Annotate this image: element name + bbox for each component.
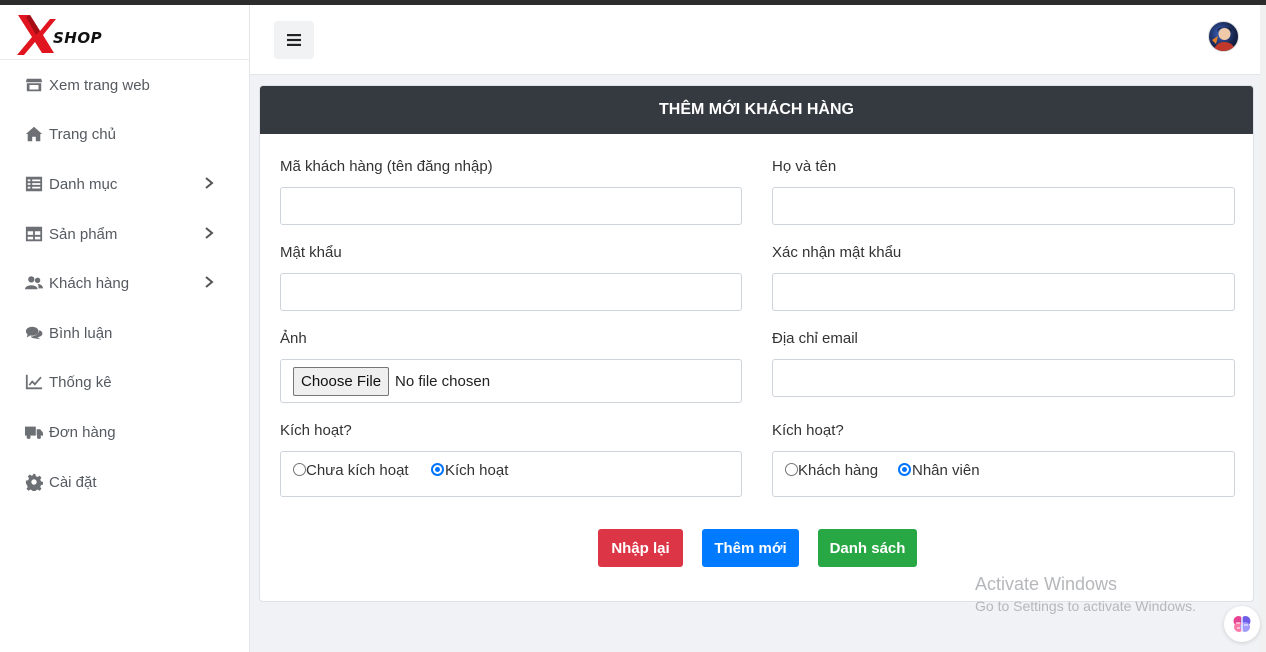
radio-customer-label: Khách hàng [798,462,879,479]
chart-line-icon [24,372,44,392]
gear-icon [24,472,44,492]
sidebar-item-label: Xem trang web [49,76,150,94]
hamburger-icon [287,34,301,46]
brand-logo[interactable]: SHOP [0,5,249,60]
sidebar-item-label: Sản phẩm [49,225,118,243]
add-button[interactable]: Thêm mới [702,529,799,567]
top-bar [250,5,1260,75]
customer-id-label: Mã khách hàng (tên đăng nhập) [280,158,493,175]
sidebar-item-categories[interactable]: Danh mục [0,164,249,204]
table-icon [24,224,44,244]
confirm-password-label: Xác nhận mật khẩu [772,244,902,261]
activation-label: Kích hoạt? [280,422,352,439]
sidebar-item-view-website[interactable]: Xem trang web [0,65,249,105]
add-customer-form: THÊM MỚI KHÁCH HÀNG Mã khách hàng (tên đ… [259,85,1254,602]
role-radio-group: Khách hàng Nhân viên [772,451,1235,497]
sidebar-item-label: Đơn hàng [49,423,116,441]
email-label: Địa chỉ email [772,330,858,347]
sidebar-item-label: Thống kê [49,373,112,391]
sidebar: SHOP Xem trang web Trang chủ Danh mục Sả… [0,5,250,652]
password-label: Mật khẩu [280,244,342,261]
list-icon [24,174,44,194]
list-button[interactable]: Danh sách [818,529,917,567]
choose-file-button[interactable]: Choose File [293,367,390,396]
chevron-right-icon [204,176,214,190]
reset-button[interactable]: Nhập lại [598,529,683,567]
radio-not-activated[interactable] [293,463,306,476]
home-icon [24,124,44,144]
role-label: Kích hoạt? [772,422,844,439]
x-logo-icon [17,15,56,55]
radio-not-activated-label: Chưa kích hoạt [306,462,409,479]
radio-activated-label: Kích hoạt [445,462,509,479]
chevron-right-icon [204,226,214,240]
photo-label: Ảnh [280,330,307,347]
sidebar-item-label: Trang chủ [49,125,116,143]
activation-radio-group: Chưa kích hoạt Kích hoạt [280,451,742,497]
form-title: THÊM MỚI KHÁCH HÀNG [260,86,1253,134]
sidebar-toggle-button[interactable] [274,21,314,59]
file-status-text: No file chosen [395,373,491,390]
users-icon [24,273,44,293]
sidebar-item-customers[interactable]: Khách hàng [0,263,249,303]
photo-file-input: Choose File No file chosen [280,359,742,403]
full-name-label: Họ và tên [772,158,837,175]
sidebar-item-label: Danh mục [49,175,118,193]
confirm-password-input[interactable] [772,273,1235,311]
truck-icon [24,422,44,442]
sidebar-item-comments[interactable]: Bình luận [0,313,249,353]
sidebar-item-products[interactable]: Sản phẩm [0,214,249,254]
full-name-input[interactable] [772,187,1235,225]
assistant-button[interactable] [1224,606,1260,642]
store-icon [24,75,44,95]
radio-activated[interactable] [431,463,444,476]
brain-icon [1233,616,1251,632]
sidebar-item-orders[interactable]: Đơn hàng [0,412,249,452]
chevron-right-icon [204,275,214,289]
avatar-image-icon [1212,27,1236,51]
activate-windows-subtitle: Go to Settings to activate Windows. [975,598,1196,614]
radio-staff-label: Nhân viên [912,462,980,479]
page-scrollbar[interactable] [1260,5,1266,652]
user-avatar[interactable] [1208,21,1239,52]
sidebar-item-label: Bình luận [49,324,113,342]
sidebar-item-home[interactable]: Trang chủ [0,114,249,154]
sidebar-item-statistics[interactable]: Thống kê [0,362,249,402]
sidebar-item-settings[interactable]: Cài đặt [0,462,249,502]
radio-staff[interactable] [898,463,911,476]
customer-id-input[interactable] [280,187,742,225]
sidebar-item-label: Cài đặt [49,473,97,491]
comments-icon [24,323,44,343]
email-input[interactable] [772,359,1235,397]
password-input[interactable] [280,273,742,311]
radio-customer[interactable] [785,463,798,476]
sidebar-item-label: Khách hàng [49,274,130,292]
activate-windows-title: Activate Windows [975,574,1118,594]
logo-text: SHOP [53,29,103,47]
